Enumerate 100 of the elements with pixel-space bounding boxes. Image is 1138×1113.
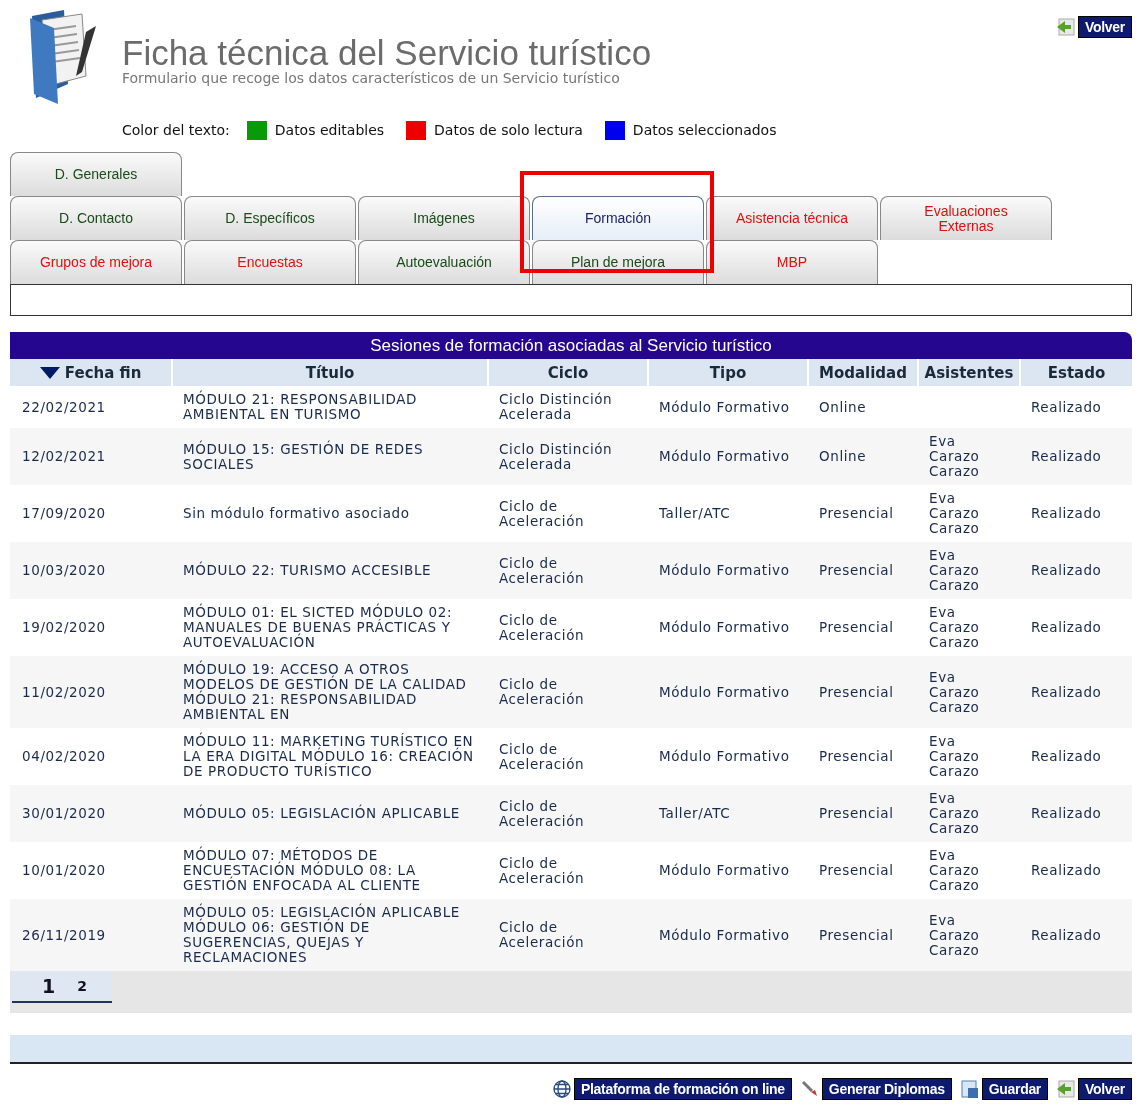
table-cell: Módulo Formativo	[659, 398, 790, 415]
tab[interactable]: Plan de mejora	[532, 240, 704, 284]
column-header[interactable]: Modalidad	[807, 359, 917, 386]
table-cell: 22/02/2021	[22, 398, 106, 415]
table-cell: Presencial	[819, 619, 894, 635]
column-header[interactable]: Estado	[1019, 359, 1132, 386]
table-cell: Módulo Formativo	[659, 683, 790, 700]
table-title: Sesiones de formación asociadas al Servicio turístico	[10, 332, 1132, 359]
table-cell: 11/02/2020	[22, 683, 106, 700]
table-cell-text: Ciclo de Aceleración	[499, 555, 586, 586]
tab[interactable]: D. Generales	[10, 152, 182, 196]
footer-button[interactable]: Generar Diplomas	[821, 1078, 952, 1100]
tab[interactable]: Evaluaciones Externas	[880, 196, 1052, 240]
table-cell-text: MÓDULO 07: MÉTODOS DE ENCUESTACIÓN MÓDULO 08: LA GESTIÓN ENFOCADA AL CLIENTE	[183, 848, 422, 893]
tab[interactable]: Imágenes	[358, 196, 530, 240]
tab[interactable]: Encuestas	[184, 240, 356, 284]
table-cell: 26/11/2019	[22, 926, 106, 943]
document-save-icon	[959, 1079, 980, 1099]
table-cell: 12/02/2021	[22, 448, 106, 464]
table-cell-text: MÓDULO 05: LEGISLACIÓN APLICABLE	[183, 806, 461, 821]
column-header[interactable]: Ciclo	[487, 359, 647, 386]
table-cell: Realizado	[1031, 398, 1102, 415]
tab[interactable]: Asistencia técnica	[706, 196, 878, 240]
table-cell: Realizado	[1031, 562, 1102, 578]
tab[interactable]: Grupos de mejora	[10, 240, 182, 284]
table-cell: Módulo Formativo	[659, 748, 790, 764]
table-cell: Eva Carazo Carazo	[929, 491, 980, 536]
table-cell: 10/03/2020	[22, 562, 106, 578]
table-cell: Eva Carazo Carazo	[929, 605, 980, 650]
table-cell: 30/01/2020	[22, 805, 106, 821]
table-cell-text: Ciclo de Aceleración	[499, 920, 586, 950]
table-cell: Eva Carazo Carazo	[929, 912, 980, 958]
table-cell: Realizado	[1031, 748, 1102, 764]
tab[interactable]: Autoevaluación	[358, 240, 530, 284]
table-cell: Online	[819, 448, 867, 464]
table-cell: 04/02/2020	[22, 748, 106, 764]
column-header[interactable]: Título	[171, 359, 487, 386]
table-cell-text: MÓDULO 15: GESTIÓN DE REDES SOCIALES	[183, 441, 425, 472]
table-cell: Presencial	[819, 562, 894, 578]
table-cell-text: Ciclo Distinción Acelerada	[499, 441, 614, 472]
footer-button[interactable]: Volver	[1078, 1078, 1132, 1100]
table-cell: Realizado	[1031, 683, 1102, 700]
legend-text: Datos de solo lectura	[434, 122, 583, 138]
table-cell: Módulo Formativo	[659, 619, 790, 635]
table-cell: Módulo Formativo	[659, 448, 790, 464]
table-cell-text: Ciclo de Aceleración	[499, 798, 586, 829]
table-cell: 17/09/2020	[22, 505, 106, 521]
table-cell: Presencial	[819, 862, 894, 878]
table-cell: Realizado	[1031, 505, 1102, 521]
table-cell: Eva Carazo Carazo	[929, 791, 980, 836]
table-cell: Presencial	[819, 748, 894, 764]
tab[interactable]: D. Específicos	[184, 196, 356, 240]
table-cell: Presencial	[819, 683, 894, 700]
wrench-icon	[799, 1079, 820, 1099]
column-header[interactable]: Fecha fin	[10, 359, 171, 386]
legend-label: Color del texto:	[122, 122, 230, 138]
table-cell: Taller/ATC	[659, 805, 731, 821]
table-cell-text: MÓDULO 05: LEGISLACIÓN APLICABLE MÓDULO 06: GESTIÓN DE SUGERENCIAS, QUEJAS Y RECLAMACIONES	[183, 905, 461, 965]
tab[interactable]: Formación	[532, 196, 704, 240]
table-cell: MÓDULO 11: MARKETING TURÍSTICO EN LA ERA DIGITAL MÓDULO 16: CREACIÓN DE PRODUCTO TURÍSTICO	[183, 734, 475, 779]
table-cell: Eva Carazo Carazo	[929, 669, 980, 715]
globe-icon	[552, 1079, 572, 1099]
table-cell: Online	[819, 398, 867, 415]
table-cell-text: Ciclo Distinción Acelerada	[499, 392, 614, 422]
table-cell: Módulo Formativo	[659, 562, 790, 578]
table-cell-text: MÓDULO 01: EL SICTED MÓDULO 02: MANUALES DE BUENAS PRÁCTICAS Y AUTOEVALUACIÓN	[183, 605, 454, 650]
table-cell: Eva Carazo Carazo	[929, 734, 980, 779]
table-cell-text: Ciclo de Aceleración	[499, 677, 586, 707]
table-cell: Realizado	[1031, 862, 1102, 878]
table-cell: Presencial	[819, 805, 894, 821]
table-cell: Presencial	[819, 505, 894, 521]
footer-button[interactable]: Plataforma de formación on line	[574, 1078, 792, 1100]
page-subtitle: Formulario que recoge los datos característicos de un Servicio turístico	[122, 70, 621, 86]
back-button[interactable]: Volver	[1078, 16, 1132, 38]
tab[interactable]: D. Contacto	[10, 196, 182, 240]
table-cell: Realizado	[1031, 619, 1102, 635]
table-cell: Módulo Formativo	[659, 862, 790, 878]
legend-text: Datos seleccionados	[632, 122, 777, 138]
table-cell-text: MÓDULO 22: TURISMO ACCESIBLE	[183, 563, 433, 578]
legend-text: Datos editables	[274, 122, 385, 138]
table-cell-text: Ciclo de Aceleración	[499, 741, 586, 772]
tab[interactable]: MBP	[706, 240, 878, 284]
column-header[interactable]: Tipo	[647, 359, 807, 386]
footer-button[interactable]: Guardar	[981, 1078, 1049, 1100]
table-cell: Eva Carazo Carazo	[929, 848, 980, 893]
table-cell: Taller/ATC	[659, 505, 731, 521]
table-cell-text: MÓDULO 19: ACCESO A OTROS MODELOS DE GESTIÓN DE LA CALIDAD MÓDULO 21: RESPONSABILIDAD AMBIENTAL EN	[183, 662, 468, 722]
table-cell: Realizado	[1031, 926, 1102, 943]
table-cell: Módulo Formativo	[659, 926, 790, 943]
table-cell-text: Ciclo de Aceleración	[499, 612, 586, 643]
table-cell-text: Ciclo de Aceleración	[499, 498, 586, 529]
table-cell: 19/02/2020	[22, 619, 106, 635]
table-cell-text: Sin módulo formativo asociado	[183, 506, 411, 521]
table-cell: Eva Carazo Carazo	[929, 434, 980, 479]
page-link[interactable]: 2	[77, 978, 87, 994]
page-link[interactable]: 1	[42, 975, 56, 997]
table-cell-text: Ciclo de Aceleración	[499, 855, 586, 886]
page-title: Ficha técnica del Servicio turístico	[122, 36, 653, 70]
table-cell-text: MÓDULO 21: RESPONSABILIDAD AMBIENTAL EN TURISMO	[183, 392, 419, 422]
column-header[interactable]: Asistentes	[917, 359, 1019, 386]
